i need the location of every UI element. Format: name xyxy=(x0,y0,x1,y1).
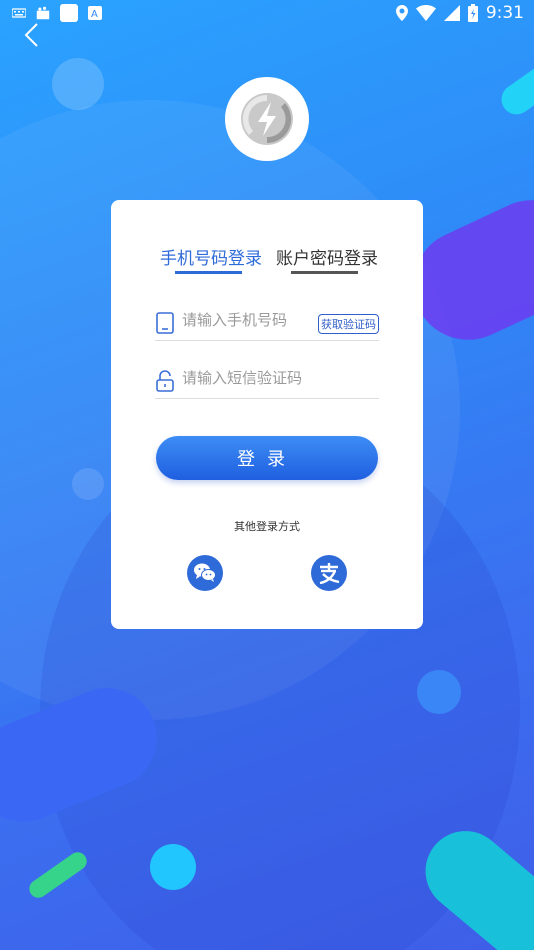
code-field xyxy=(155,366,379,399)
signal-icon xyxy=(443,5,460,21)
app-logo xyxy=(225,77,309,161)
tab-underline xyxy=(291,271,358,274)
location-icon xyxy=(395,5,408,21)
alipay-login-button[interactable] xyxy=(311,555,347,591)
lock-icon xyxy=(156,370,174,392)
login-card: 手机号码登录 账户密码登录 获取验证码 登录 其他登录方式 xyxy=(111,200,423,629)
square-icon xyxy=(60,4,78,22)
active-tab-underline xyxy=(175,271,242,274)
background-bubble xyxy=(52,58,104,110)
sms-code-input[interactable] xyxy=(180,368,319,388)
tab-phone-login[interactable]: 手机号码登录 xyxy=(160,244,262,269)
background-bubble xyxy=(150,844,196,890)
background-bubble xyxy=(72,468,104,500)
login-screen: A 9:31 手机号码登录 账户密码登录 请输入手机号码 获取验证码 请输入短信… xyxy=(0,0,534,950)
tab-password-login[interactable]: 账户密码登录 xyxy=(276,244,378,269)
back-icon[interactable] xyxy=(18,20,48,50)
battery-icon xyxy=(467,4,478,22)
svg-text:A: A xyxy=(91,9,98,20)
background-bubble xyxy=(417,670,461,714)
background-pill xyxy=(495,49,534,121)
notification-icon xyxy=(36,6,50,20)
keyboard-icon xyxy=(12,8,26,18)
a-icon: A xyxy=(88,6,102,20)
wifi-icon xyxy=(415,5,436,21)
status-bar: A 9:31 xyxy=(0,0,534,28)
get-code-button[interactable]: 获取验证码 xyxy=(318,314,379,334)
background-pill xyxy=(25,848,91,902)
phone-icon xyxy=(156,312,174,334)
phone-input[interactable] xyxy=(180,310,319,330)
status-time: 9:31 xyxy=(485,3,524,23)
lightning-logo-icon xyxy=(241,93,293,145)
status-bar-right: 9:31 xyxy=(395,3,524,23)
alipay-icon xyxy=(319,563,340,584)
phone-field: 获取验证码 xyxy=(155,308,379,341)
other-login-label: 其他登录方式 xyxy=(234,520,300,533)
wechat-login-button[interactable] xyxy=(187,555,223,591)
login-button[interactable]: 登录 xyxy=(156,436,378,480)
wechat-icon xyxy=(194,563,216,582)
